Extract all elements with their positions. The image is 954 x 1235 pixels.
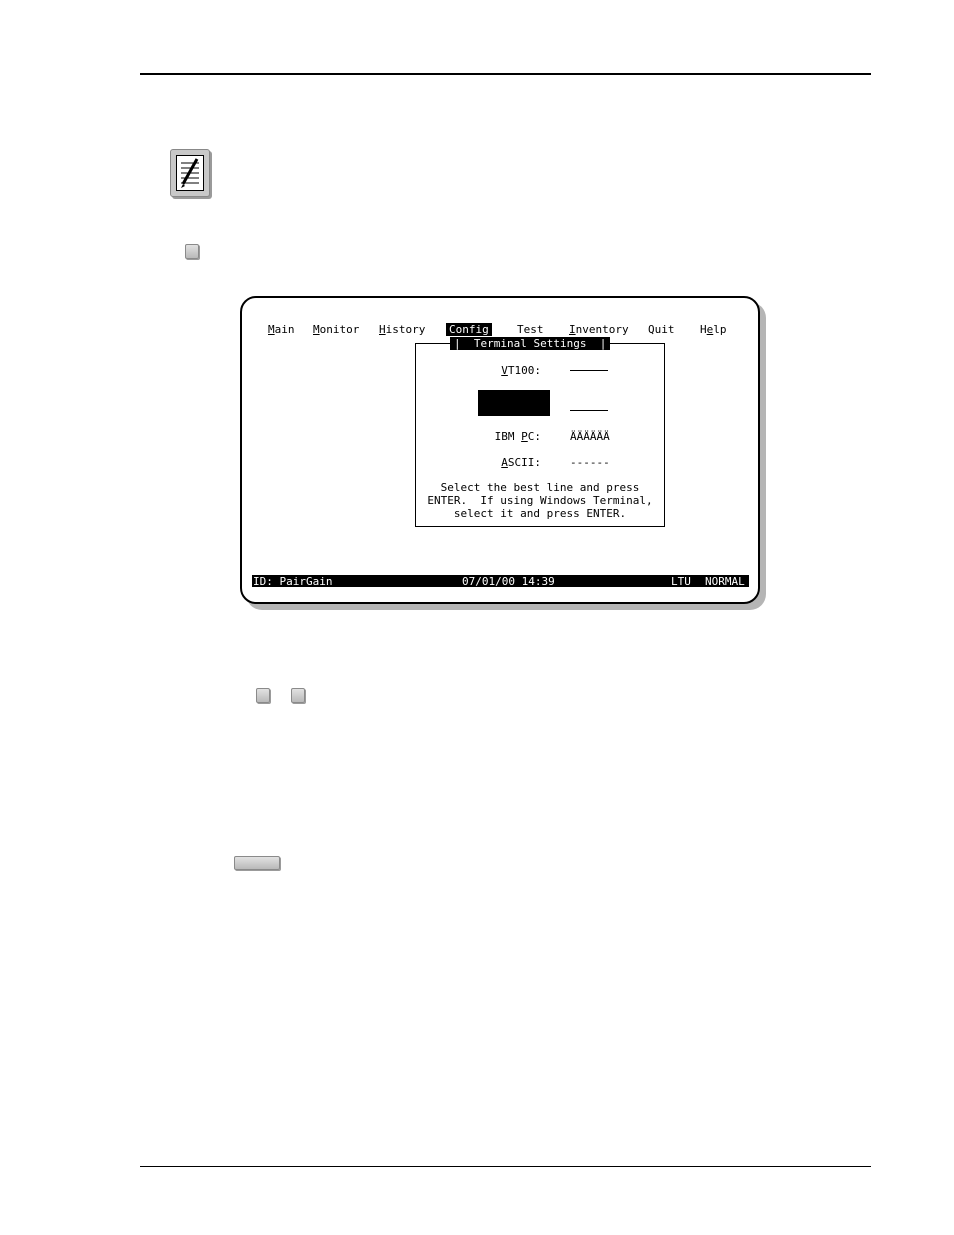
header-rule — [140, 73, 871, 75]
menu-item-config[interactable]: Config — [446, 323, 492, 336]
status-unit: LTU — [671, 575, 691, 588]
menu-item-help[interactable]: Help — [700, 323, 727, 336]
option-vt100[interactable]: VT100: — [501, 364, 541, 377]
key-icon — [256, 688, 270, 703]
key-icon — [185, 244, 199, 259]
status-mode: NORMAL — [705, 575, 745, 588]
menu-item-inventory[interactable]: Inventory — [569, 323, 629, 336]
windows-test-line — [570, 410, 608, 411]
ibm-test-line: ÄÄÄÄÄÄ — [570, 430, 610, 443]
option-windows-terminal[interactable]: Windows Terminal: — [478, 390, 550, 468]
menu-item-history[interactable]: History — [379, 323, 425, 336]
note-pencil-icon — [170, 149, 210, 197]
option-ibm-pc[interactable]: IBM PC: — [495, 430, 541, 443]
vt100-test-line — [570, 370, 608, 371]
status-datetime: 07/01/00 14:39 — [462, 575, 555, 588]
status-bar: ID: PairGain 07/01/00 14:39 LTU NORMAL — [252, 575, 749, 588]
terminal-settings-dialog: | Terminal Settings | VT100: Windows Ter… — [415, 337, 665, 527]
ascii-test-line: ------ — [570, 456, 610, 469]
key-icon — [234, 856, 280, 870]
dialog-title: | Terminal Settings | — [450, 337, 611, 350]
menu-item-main[interactable]: Main — [268, 323, 295, 336]
status-id: ID: PairGain — [253, 575, 333, 588]
terminal-screen: Main Monitor History Config Test Inventory Qui… — [240, 296, 760, 604]
menu-item-quit[interactable]: Quit — [648, 323, 675, 336]
key-icon — [291, 688, 305, 703]
menu-item-test[interactable]: Test — [517, 323, 544, 336]
footer-rule — [140, 1166, 871, 1167]
option-ascii[interactable]: ASCII: — [501, 456, 541, 469]
dialog-instructions: Select the best line and press ENTER. If… — [427, 481, 653, 520]
menu-item-monitor[interactable]: Monitor — [313, 323, 359, 336]
